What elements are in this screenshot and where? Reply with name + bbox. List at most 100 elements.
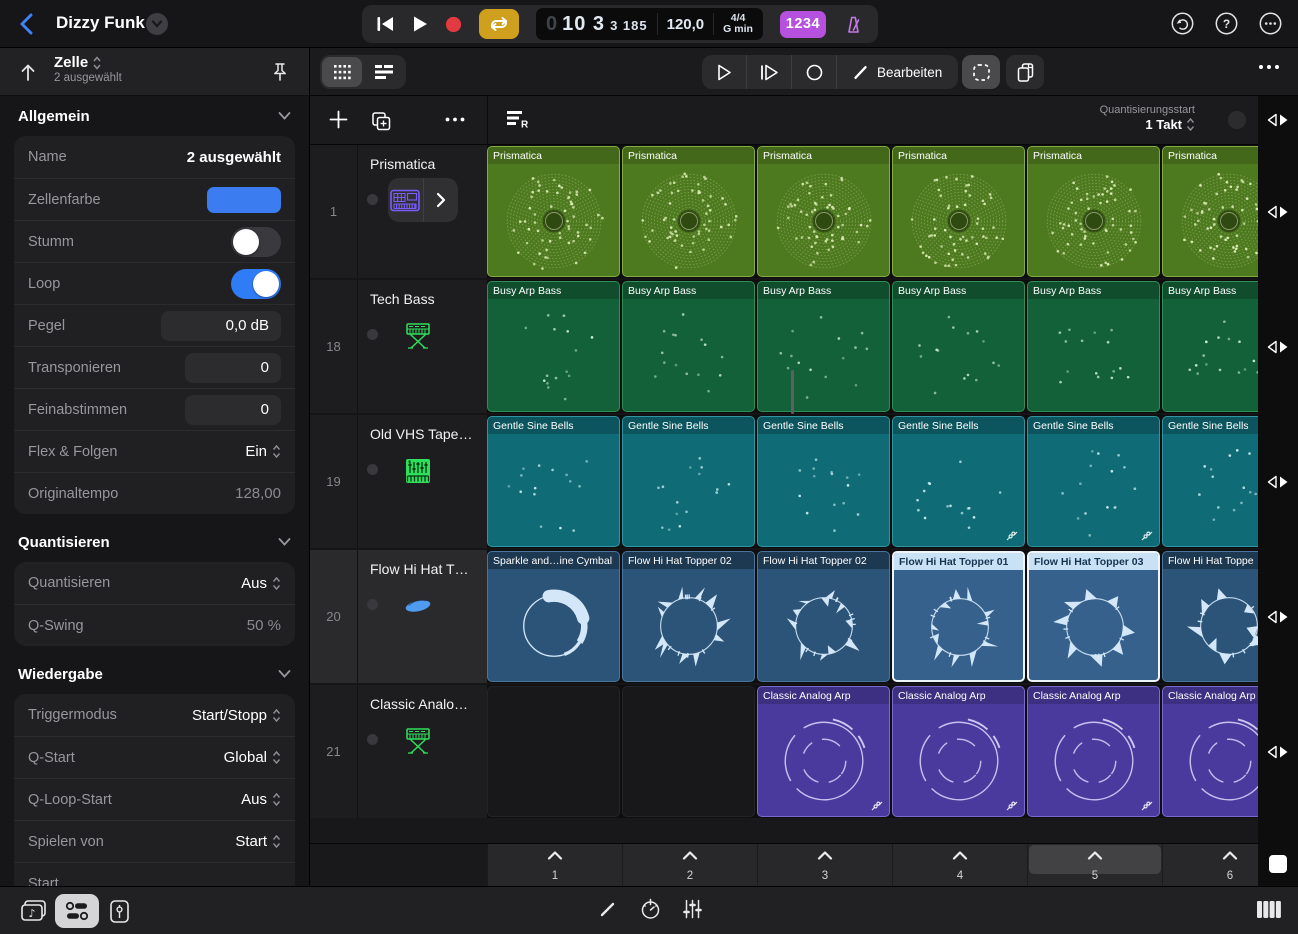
duplicate-button[interactable] [370,110,392,132]
inspector-row-stumm[interactable]: Stumm [14,220,295,262]
loop-cell-classic-analog-arp-4[interactable]: Classic Analog Arp [892,686,1025,817]
expand-chevron-button[interactable] [424,178,459,222]
loop-cell-flow-hi-hat-topper-02-3[interactable]: Flow Hi Hat Topper 02 [757,551,890,682]
inspector-row-q-swing[interactable]: Q-Swing50 % [14,604,295,646]
instrument-icon[interactable] [388,586,448,626]
triggermodus-select[interactable]: Start/Stopp [192,707,281,724]
play-cell-button[interactable] [702,55,746,89]
inspector-row-name[interactable]: Name2 ausgewählt [14,136,295,178]
inspector-row-feinabstimmen[interactable]: Feinabstimmen0 [14,388,295,430]
back-button[interactable] [18,12,34,36]
scene-trigger-2[interactable]: 2 [622,844,757,886]
edit-button[interactable]: Bearbeiten [837,55,958,89]
quantisieren-select[interactable]: Aus [241,575,281,592]
loop-cell-prismatica-1[interactable]: Prismatica [487,146,620,277]
instrument-icon[interactable] [388,316,448,356]
more-options-button[interactable] [1259,12,1282,35]
instrument-icon[interactable] [388,721,448,761]
inspector-row-originaltempo[interactable]: Originaltempo128,00 [14,472,295,514]
undo-button[interactable] [1171,12,1194,35]
retrigger-cell-button[interactable] [747,55,791,89]
inspector-title-selector[interactable]: Zelle [54,54,122,71]
grid-view-button[interactable] [322,57,362,87]
loop-cell-prismatica-2[interactable]: Prismatica [622,146,755,277]
stumm-toggle[interactable] [231,227,281,257]
copy-paste-button[interactable] [1006,55,1044,89]
row-trigger-arrows-1[interactable] [1267,205,1289,219]
loop-cell-sparkle-and-ine-cymbal-1[interactable]: Sparkle and…ine Cymbal [487,551,620,682]
loop-cell-flow-hi-hat-topper-01-4[interactable]: Flow Hi Hat Topper 01 [892,551,1025,682]
stop-all-button[interactable] [1269,855,1287,873]
section-header-wiedergabe[interactable]: Wiedergabe [14,654,295,694]
inspector-row-triggermodus[interactable]: TriggermodusStart/Stopp [14,694,295,736]
project-menu-button[interactable] [146,13,168,35]
empty-cell[interactable] [487,686,620,817]
tuner-button[interactable] [640,898,661,920]
loop-cell-flow-hi-hat-topper-02-2[interactable]: Flow Hi Hat Topper 02 [622,551,755,682]
tracklist-scrollbar-thumb[interactable] [791,370,794,414]
track-header-classic-analo[interactable]: Classic Analo… [358,685,487,818]
scene-trigger-5[interactable]: 5 [1027,844,1162,886]
loop-cell-prismatica-4[interactable]: Prismatica [892,146,1025,277]
loop-cell-busy-arp-bass-2[interactable]: Busy Arp Bass [622,281,755,412]
pegel-field[interactable]: 0,0 dB [161,311,281,341]
tracks-view-button[interactable] [364,57,404,87]
lcd-display[interactable]: 0 10 3 3 185 120,0 4/4 G min [536,8,763,40]
empty-cell[interactable] [622,686,755,817]
spielen-von-select[interactable]: Start [235,833,281,850]
loop-cell-gentle-sine-bells-1[interactable]: Gentle Sine Bells [487,416,620,547]
track-header-tech-bass[interactable]: Tech Bass [358,280,487,413]
loop-cell-prismatica-3[interactable]: Prismatica [757,146,890,277]
inspector-row-flex-folgen[interactable]: Flex & FolgenEin [14,430,295,472]
loop-cell-classic-analog-arp-5[interactable]: Classic Analog Arp [1027,686,1160,817]
loop-toggle[interactable] [231,269,281,299]
quantize-start-control[interactable]: Quantisierungsstart 1 Takt [1100,104,1195,132]
scene-trigger-3[interactable]: 3 [757,844,892,886]
inspector-row-q-loop-start[interactable]: Q-Loop-StartAus [14,778,295,820]
loop-cell-classic-analog-arp-3[interactable]: Classic Analog Arp [757,686,890,817]
inspector-row-q-start[interactable]: Q-StartGlobal [14,736,295,778]
metronome-button[interactable] [843,14,864,35]
inspector-row-loop[interactable]: Loop [14,262,295,304]
track-header-prismatica[interactable]: Prismatica [358,145,487,278]
instrument-icon[interactable] [388,451,448,491]
inspector-row-pegel[interactable]: Pegel0,0 dB [14,304,295,346]
loop-cell-gentle-sine-bells-4[interactable]: Gentle Sine Bells [892,416,1025,547]
scene-trigger-1[interactable]: 1 [487,844,622,886]
loop-cell-busy-arp-bass-4[interactable]: Busy Arp Bass [892,281,1025,412]
loop-cell-flow-hi-hat-topper-03-5[interactable]: Flow Hi Hat Topper 03 [1027,551,1160,682]
q-loop-start-select[interactable]: Aus [241,791,281,808]
row-display-mode-button[interactable]: R [507,109,531,129]
flex-folgen-select[interactable]: Ein [245,443,281,460]
track-header-flow-hi-hat-t[interactable]: Flow Hi Hat T… [358,550,487,683]
row-trigger-arrows-18[interactable] [1267,340,1289,354]
section-header-quantisieren[interactable]: Quantisieren [14,522,295,562]
inspector-row-start[interactable]: Start [14,862,295,886]
marquee-select-button[interactable] [962,55,1000,89]
loop-cell-gentle-sine-bells-5[interactable]: Gentle Sine Bells [1027,416,1160,547]
row-trigger-arrows-21[interactable] [1267,745,1289,759]
scene-trigger-4[interactable]: 4 [892,844,1027,886]
play-surface-button[interactable] [1256,900,1282,919]
track-more-button[interactable] [445,117,465,122]
feinabstimmen-field[interactable]: 0 [185,395,281,425]
project-title[interactable]: Dizzy Funk [56,13,145,33]
header-trigger-arrows[interactable] [1267,113,1289,127]
count-in-button[interactable]: 1234 [780,11,826,38]
loop-cell-prismatica-5[interactable]: Prismatica [1027,146,1160,277]
help-button[interactable]: ? [1215,12,1238,35]
inspector-button[interactable] [55,894,99,928]
inspector-row-spielen-von[interactable]: Spielen vonStart [14,820,295,862]
inspector-row-zellenfarbe[interactable]: Zellenfarbe [14,178,295,220]
inspector-row-transponieren[interactable]: Transponieren0 [14,346,295,388]
loop-cell-gentle-sine-bells-3[interactable]: Gentle Sine Bells [757,416,890,547]
q-start-select[interactable]: Global [224,749,281,766]
instrument-pill[interactable] [388,178,458,222]
loop-cell-busy-arp-bass-5[interactable]: Busy Arp Bass [1027,281,1160,412]
play-button[interactable] [412,15,428,33]
browser-button[interactable]: ♪ [20,899,47,923]
transponieren-field[interactable]: 0 [185,353,281,383]
row-trigger-arrows-20[interactable] [1267,610,1289,624]
toolbar-more-button[interactable] [1258,64,1280,70]
section-header-allgemein[interactable]: Allgemein [14,96,295,136]
